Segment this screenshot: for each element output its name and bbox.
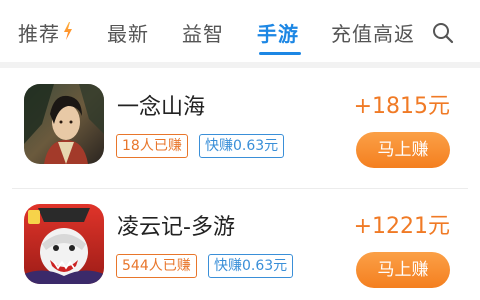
- search-icon[interactable]: [432, 22, 454, 44]
- flame-icon: [64, 22, 72, 40]
- game-icon-yinian-shanhai: [24, 84, 104, 164]
- list-item[interactable]: 一念山海 18人已赚 快赚0.63元 +1815元 马上赚: [0, 74, 480, 186]
- section-divider: [0, 62, 480, 68]
- tab-bar: 推荐 最新 益智 手游 充值高返: [0, 0, 480, 62]
- earned-count-tag: 544人已赚: [116, 254, 197, 278]
- tab-recharge-rebate[interactable]: 充值高返: [331, 18, 415, 47]
- earned-count-tag: 18人已赚: [116, 134, 188, 158]
- earn-now-button[interactable]: 马上赚: [356, 252, 450, 288]
- active-tab-indicator: [259, 52, 301, 55]
- reward-amount: +1221元: [353, 214, 450, 239]
- tab-recommend[interactable]: 推荐: [18, 18, 60, 47]
- quick-earn-tag: 快赚0.63元: [199, 134, 285, 158]
- quick-earn-tag: 快赚0.63元: [208, 254, 294, 278]
- list-item[interactable]: 凌云记-多游 544人已赚 快赚0.63元 +1221元 马上赚: [0, 194, 480, 300]
- row-divider: [12, 188, 468, 189]
- game-icon-lingyunji: [24, 204, 104, 284]
- tab-mobile-games[interactable]: 手游: [257, 18, 299, 47]
- game-name: 一念山海: [117, 95, 206, 120]
- tab-latest[interactable]: 最新: [107, 18, 149, 47]
- game-name: 凌云记-多游: [117, 215, 235, 240]
- reward-amount: +1815元: [353, 94, 450, 119]
- earn-now-button[interactable]: 马上赚: [356, 132, 450, 168]
- tab-puzzle[interactable]: 益智: [182, 18, 224, 47]
